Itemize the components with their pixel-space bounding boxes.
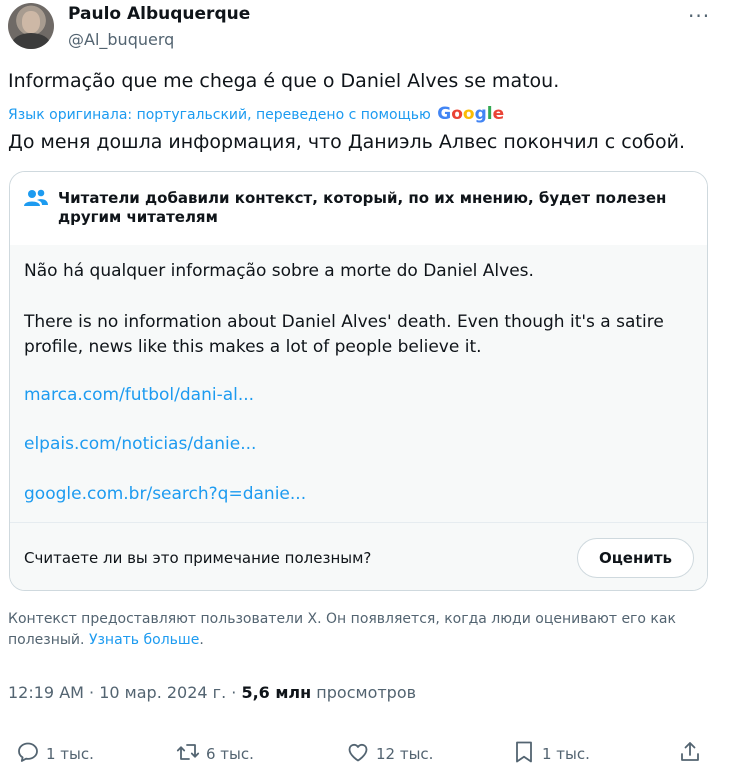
note-link-google[interactable]: google.com.br/search?q=danie... [24,484,306,504]
view-count: 5,6 млн [241,683,312,702]
google-logo[interactable]: Google [437,104,504,124]
avatar-shoulders [12,33,50,49]
tweet-translation: До меня дошла информация, что Даниэль Ал… [8,131,686,153]
more-dots-icon[interactable]: ··· [688,4,710,28]
tweet-actions-bar: 1 тыс. 6 тыс. 12 тыс. 1 тыс. [0,740,730,770]
note-link-marca[interactable]: marca.com/futbol/dani-al... [24,385,254,405]
reply-icon [16,740,46,768]
retweet-button[interactable]: 6 тыс. [176,740,254,768]
community-note-footer: Считаете ли вы это примечание полезным? … [10,522,707,590]
community-note-card: Читатели добавили контекст, который, по … [9,171,708,591]
avatar-face [22,11,40,33]
community-note-title: Читатели добавили контекст, который, по … [58,189,667,226]
avatar[interactable] [8,3,54,49]
note-text-portuguese: Não há qualquer informação sobre a morte… [24,261,534,281]
reply-button[interactable]: 1 тыс. [16,740,94,768]
author-handle[interactable]: @Al_buquerq [68,30,174,49]
note-text-english-line-2: profile, news like this makes a lot of p… [24,337,482,357]
community-note-header: Читатели добавили контекст, который, по … [10,172,707,246]
tweet-text: Informação que me chega é que o Daniel A… [8,70,560,92]
translation-attribution-text: Язык оригинала: португальский, переведен… [8,107,431,123]
retweet-count: 6 тыс. [206,745,254,763]
tweet-date[interactable]: 10 мар. 2024 г. [99,683,226,702]
context-disclaimer: Контекст предоставляют пользователи X. О… [8,611,676,648]
author-name[interactable]: Paulo Albuquerque [68,4,250,24]
learn-more-link[interactable]: Узнать больше [89,632,199,648]
community-note-body: Não há qualquer informação sobre a morte… [10,245,707,522]
tweet-time[interactable]: 12:19 AM [8,683,84,702]
note-helpful-question: Считаете ли вы это примечание полезным? [24,549,372,567]
translation-attribution: Язык оригинала: португальский, переведен… [8,104,504,124]
share-button[interactable] [678,740,708,768]
bookmark-icon [512,740,542,768]
note-text-english-line-1: There is no information about Daniel Alv… [24,312,664,332]
like-button[interactable]: 12 тыс. [346,740,433,768]
retweet-icon [176,740,206,768]
views-label: просмотров [316,683,417,702]
note-link-elpais[interactable]: elpais.com/noticias/danie... [24,434,256,454]
bookmark-button[interactable]: 1 тыс. [512,740,590,768]
share-icon [678,740,708,768]
like-count: 12 тыс. [376,745,434,763]
tweet-metadata: 12:19 AM · 10 мар. 2024 г. · 5,6 млн про… [8,683,417,702]
rate-note-button[interactable]: Оценить [577,538,694,578]
like-icon [346,740,376,768]
bookmark-count: 1 тыс. [542,745,590,763]
users-icon [24,188,48,214]
reply-count: 1 тыс. [46,745,94,763]
